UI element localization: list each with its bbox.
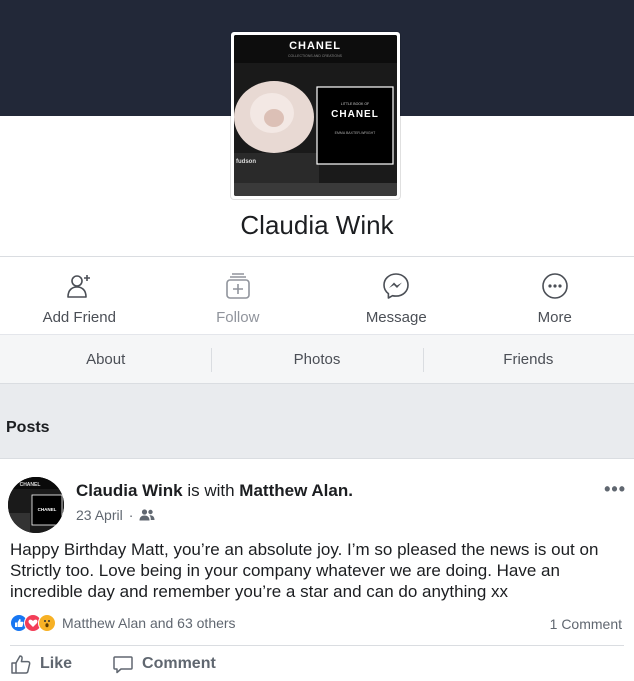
- svg-text:CHANEL: CHANEL: [331, 109, 379, 120]
- post-with-text: is with: [187, 481, 235, 500]
- post-date[interactable]: 23 April: [76, 507, 123, 523]
- avatar-image: CHANEL CHANEL: [8, 477, 64, 533]
- like-icon: [11, 655, 31, 674]
- post-actions: Like Comment: [10, 645, 624, 681]
- tab-about[interactable]: About: [0, 351, 211, 368]
- like-label: Like: [40, 655, 73, 672]
- meta-separator: ·: [128, 507, 134, 523]
- svg-text:CHANEL: CHANEL: [20, 482, 41, 488]
- post-header: Claudia Wink is with Matthew Alan.: [76, 481, 353, 501]
- comment-icon: [113, 656, 133, 674]
- profile-picture[interactable]: CHANEL COLLECTIONS AND CREATIONS fudson …: [231, 32, 400, 199]
- post-body: Happy Birthday Matt, you’re an absolute …: [10, 540, 599, 601]
- reactions-summary[interactable]: Matthew Alan and 63 others: [10, 614, 236, 632]
- message-label: Message: [365, 309, 427, 326]
- svg-text:fudson: fudson: [236, 159, 256, 165]
- post-author-name[interactable]: Claudia Wink: [76, 481, 183, 500]
- message-button[interactable]: Message: [317, 257, 476, 334]
- post-meta: 23 April ·: [76, 507, 155, 523]
- posts-section-title: Posts: [6, 419, 50, 436]
- more-label: More: [537, 309, 572, 326]
- profile-actions: Add Friend Follow Message More: [0, 256, 634, 334]
- more-icon: [541, 273, 568, 299]
- post-tagged-name[interactable]: Matthew Alan.: [239, 481, 353, 500]
- post-options-icon[interactable]: •••: [604, 479, 626, 500]
- svg-text:EMMA BAXTER-WRIGHT: EMMA BAXTER-WRIGHT: [335, 131, 377, 135]
- post-author-avatar[interactable]: CHANEL CHANEL: [8, 477, 64, 533]
- add-friend-label: Add Friend: [42, 309, 116, 326]
- messenger-icon: [383, 273, 410, 299]
- tab-photos[interactable]: Photos: [211, 347, 422, 372]
- comment-button[interactable]: Comment: [112, 653, 216, 675]
- follow-label: Follow: [216, 309, 260, 326]
- svg-text:CHANEL: CHANEL: [289, 40, 341, 52]
- profile-picture-image: CHANEL COLLECTIONS AND CREATIONS fudson …: [234, 35, 397, 196]
- comment-count[interactable]: 1 Comment: [550, 616, 622, 632]
- follow-button[interactable]: Follow: [159, 257, 318, 334]
- add-friend-icon: [67, 275, 91, 298]
- tab-friends[interactable]: Friends: [422, 347, 634, 372]
- profile-tabs: About Photos Friends: [0, 334, 634, 384]
- svg-text:CHANEL: CHANEL: [38, 507, 57, 512]
- profile-name: Claudia Wink: [240, 210, 394, 240]
- add-friend-button[interactable]: Add Friend: [0, 257, 159, 334]
- svg-text:LITTLE BOOK OF: LITTLE BOOK OF: [341, 102, 369, 106]
- svg-text:COLLECTIONS AND CREATIONS: COLLECTIONS AND CREATIONS: [288, 54, 343, 58]
- follow-icon: [225, 273, 250, 299]
- like-button[interactable]: Like: [10, 653, 72, 675]
- wow-reaction-icon: [38, 614, 56, 632]
- reactions-text: Matthew Alan and 63 others: [62, 615, 236, 631]
- more-button[interactable]: More: [476, 257, 634, 334]
- friends-icon: [139, 509, 155, 521]
- section-divider: [0, 384, 634, 458]
- comment-label: Comment: [142, 655, 216, 672]
- post-card: CHANEL CHANEL Claudia Wink is with Matth…: [0, 458, 634, 681]
